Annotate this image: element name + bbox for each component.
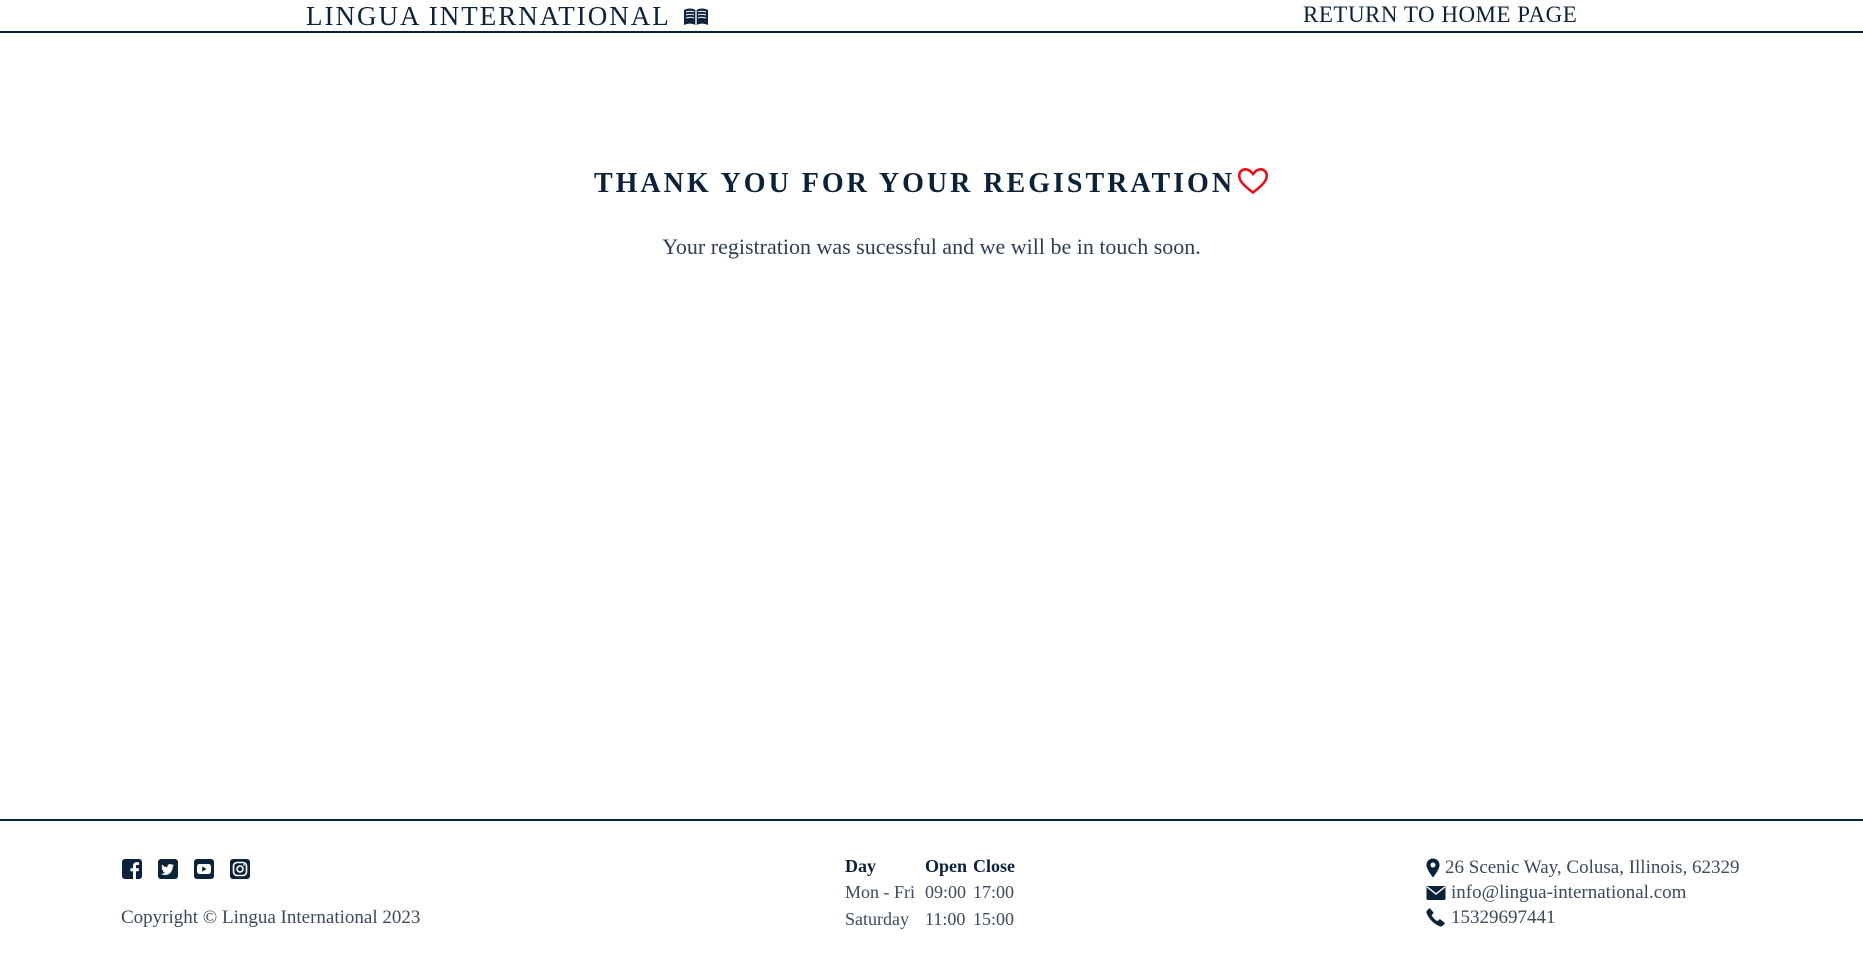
phone-icon: [1426, 908, 1446, 927]
table-row: Mon - Fri 09:00 17:00: [845, 879, 1025, 906]
hours-header-open: Open: [925, 855, 968, 876]
main-content: THANK YOU FOR YOUR REGISTRATION Your reg…: [0, 33, 1863, 819]
email-text[interactable]: info@lingua-international.com: [1451, 882, 1686, 904]
hours-header-close: Close: [973, 855, 1015, 876]
thank-you-heading: THANK YOU FOR YOUR REGISTRATION: [0, 167, 1863, 203]
instagram-icon[interactable]: [229, 858, 251, 880]
opening-hours-table: Day Open Close Mon - Fri 09:00 17:00 Sat…: [845, 853, 1025, 933]
return-home-link[interactable]: RETURN TO HOME PAGE: [1303, 2, 1577, 28]
brand-name: LINGUA INTERNATIONAL: [306, 1, 671, 31]
contact-address: 26 Scenic Way, Colusa, Illinois, 62329: [1426, 855, 1740, 880]
social-links: [121, 858, 251, 880]
registration-success-message: Your registration was sucessful and we w…: [662, 234, 1201, 259]
map-marker-icon: [1426, 858, 1440, 878]
book-open-icon: [683, 7, 709, 27]
site-header: LINGUA INTERNATIONAL RETURN TO HOME PAGE: [0, 0, 1863, 33]
hours-day: Mon - Fri: [845, 882, 916, 902]
heart-outline-icon: [1237, 167, 1269, 203]
facebook-icon[interactable]: [121, 858, 143, 880]
thank-you-text: THANK YOU FOR YOUR REGISTRATION: [593, 168, 1236, 199]
hours-open: 09:00: [925, 882, 967, 902]
table-row: Saturday 11:00 15:00: [845, 906, 1025, 933]
hours-close: 15:00: [973, 909, 1015, 929]
twitter-icon[interactable]: [157, 858, 179, 880]
hours-close: 17:00: [973, 882, 1015, 902]
copyright-text: Copyright © Lingua International 2023: [121, 907, 421, 928]
contact-email[interactable]: info@lingua-international.com: [1426, 880, 1740, 905]
hours-open: 11:00: [925, 909, 966, 929]
brand-logo[interactable]: LINGUA INTERNATIONAL: [306, 1, 709, 32]
hours-header-day: Day: [845, 855, 876, 876]
contact-phone[interactable]: 15329697441: [1426, 905, 1740, 930]
hours-day: Saturday: [845, 909, 909, 929]
hours-header-row: Day Open Close: [845, 853, 1025, 879]
address-text: 26 Scenic Way, Colusa, Illinois, 62329: [1445, 856, 1740, 878]
contact-info: 26 Scenic Way, Colusa, Illinois, 62329 i…: [1426, 855, 1740, 930]
site-footer: Copyright © Lingua International 2023 Da…: [0, 819, 1863, 959]
envelope-icon: [1426, 885, 1446, 901]
youtube-icon[interactable]: [193, 858, 215, 880]
phone-text[interactable]: 15329697441: [1451, 907, 1556, 929]
